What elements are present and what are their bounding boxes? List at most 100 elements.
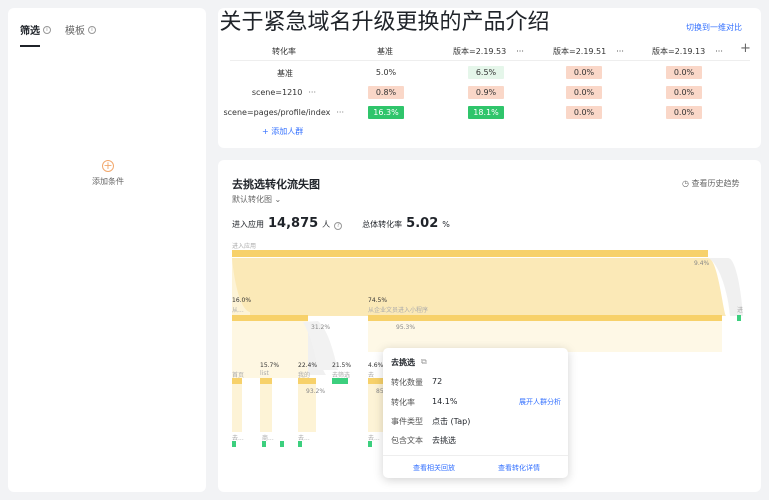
node-tooltip: 去挑选 ⧉ 转化数量 72 转化率 14.1% 展开人群分析 事件类型 点击 (Tap)… (383, 348, 568, 478)
header-version-2[interactable]: 版本=2.19.51 ··· (553, 46, 624, 57)
total-unit: % (442, 220, 450, 229)
cell-value: 0.0% (666, 66, 702, 79)
tooltip-row: 转化数量 72 (391, 377, 442, 388)
node-pct: 74.5% (368, 297, 388, 304)
node-bar (260, 378, 272, 384)
row-label: 基准 (277, 69, 293, 78)
node-label: 去筛选 (332, 372, 351, 379)
add-condition-label: 添加条件 (92, 177, 124, 186)
tooltip-title-group: 去挑选 ⧉ (391, 357, 427, 368)
node-label: 从... (232, 307, 244, 314)
clock-icon: ◷ (682, 179, 689, 188)
tooltip-key: 包含文本 (391, 436, 423, 445)
node-label: 进入应用 (232, 243, 257, 250)
tooltip-value: 点击 (Tap) (432, 417, 471, 426)
row-label-group[interactable]: scene=pages/profile/index ··· (222, 108, 344, 117)
row-label: scene=pages/profile/index (223, 108, 331, 117)
flow-band (260, 384, 272, 432)
node-label: 我的 (298, 372, 311, 379)
history-trend-link[interactable]: ◷ 查看历史趋势 (682, 178, 740, 189)
node-pct: 4.6% (368, 362, 384, 369)
flow-band (232, 384, 242, 432)
cell-value: 5.0% (375, 68, 397, 77)
node-bar (280, 441, 284, 447)
row-label-group[interactable]: scene=1210 ··· (230, 88, 316, 97)
more-icon[interactable]: ··· (308, 88, 316, 97)
row-label: scene=1210 (251, 88, 303, 97)
loss-label: 31.2% (311, 324, 331, 331)
node-label: 去... (298, 435, 310, 442)
cell-value: 0.0% (666, 106, 702, 119)
cell-value: 18.1% (468, 106, 504, 119)
tooltip-title: 去挑选 (391, 358, 415, 367)
tooltip-row: 转化率 14.1% (391, 397, 457, 408)
more-icon[interactable]: ··· (715, 47, 723, 56)
add-condition-button[interactable]: + 添加条件 (92, 160, 124, 187)
history-trend-label: 查看历史趋势 (691, 179, 740, 188)
chart-selector-label: 默认转化图 (232, 195, 272, 204)
view-detail-link[interactable]: 查看转化详情 (498, 463, 540, 473)
more-icon[interactable]: ··· (516, 47, 524, 56)
node-pct: 21.5% (332, 362, 352, 369)
add-group-button[interactable]: + 添加人群 (262, 126, 303, 137)
add-column-icon[interactable]: + (740, 41, 751, 56)
expand-analysis-link[interactable]: 展开人群分析 (519, 397, 561, 407)
header-version-3-label: 版本=2.19.13 (652, 47, 706, 56)
cell-value: 16.3% (368, 106, 404, 119)
cell-value: 0.9% (468, 86, 504, 99)
more-icon[interactable]: ··· (336, 108, 344, 117)
flow-band (232, 258, 726, 316)
node-label: 首页 (232, 372, 245, 379)
node-bar-l2a (232, 315, 308, 321)
entry-label: 进入应用 (232, 220, 264, 229)
header-version-3[interactable]: 版本=2.19.13 ··· (652, 46, 723, 57)
tooltip-value: 14.1% (432, 397, 458, 406)
loss-label: 95.3% (396, 324, 416, 331)
view-replay-link[interactable]: 查看相关回放 (413, 463, 455, 473)
loss-label: 93.2% (306, 388, 326, 395)
cell-value: 0.0% (566, 86, 602, 99)
divider (230, 60, 750, 61)
node-label: 进 (737, 307, 744, 314)
cell-value: 0.8% (368, 86, 404, 99)
node-label: 去... (368, 435, 380, 442)
entry-stat: 进入应用 14,875 人 ? 总体转化率 5.02 % (232, 216, 450, 231)
header-baseline: 基准 (377, 47, 393, 56)
node-label: 去... (232, 435, 244, 442)
external-link-icon[interactable]: ⧉ (421, 357, 427, 368)
node-label: 去 (368, 372, 375, 379)
cell-value: 0.0% (566, 106, 602, 119)
node-label: 从企业文员进入小程序 (368, 307, 429, 314)
node-bar-l2c (737, 315, 741, 321)
node-pct: 22.4% (298, 362, 318, 369)
divider (383, 455, 568, 456)
more-icon[interactable]: ··· (616, 47, 624, 56)
help-icon: ? (334, 222, 343, 230)
loss-label: 9.4% (694, 260, 710, 267)
header-version-1[interactable]: 版本=2.19.53 ··· (453, 46, 524, 57)
filter-panel: 筛选 i 模板 i + 添加条件 (8, 8, 206, 492)
tooltip-row: 包含文本 去挑选 (391, 435, 456, 446)
cell-value: 0.0% (666, 86, 702, 99)
tooltip-key: 转化数量 (391, 378, 423, 387)
header-metric: 转化率 (272, 47, 296, 56)
cell-value: 6.5% (468, 66, 504, 79)
chart-selector[interactable]: 默认转化图 ⌄ (232, 194, 281, 205)
header-version-2-label: 版本=2.19.51 (553, 47, 607, 56)
entry-unit: 人 (322, 220, 331, 229)
entry-value: 14,875 (268, 216, 319, 231)
headline: 关于紧急域名升级更换的产品介绍 (219, 10, 550, 35)
header-version-1-label: 版本=2.19.53 (453, 47, 507, 56)
chevron-down-icon: ⌄ (274, 195, 282, 204)
node-label: list (260, 370, 269, 377)
tooltip-key: 转化率 (391, 398, 415, 407)
total-value: 5.02 (406, 216, 439, 231)
node-pct: 15.7% (260, 362, 280, 369)
plus-circle-icon: + (102, 159, 114, 172)
cell-value: 0.0% (566, 66, 602, 79)
funnel-title: 去挑选转化流失图 (232, 178, 320, 191)
tooltip-row: 事件类型 点击 (Tap) (391, 416, 470, 427)
node-bar-l2b (368, 315, 722, 321)
node-bar-top (232, 250, 708, 257)
node-label: 商... (262, 435, 274, 442)
